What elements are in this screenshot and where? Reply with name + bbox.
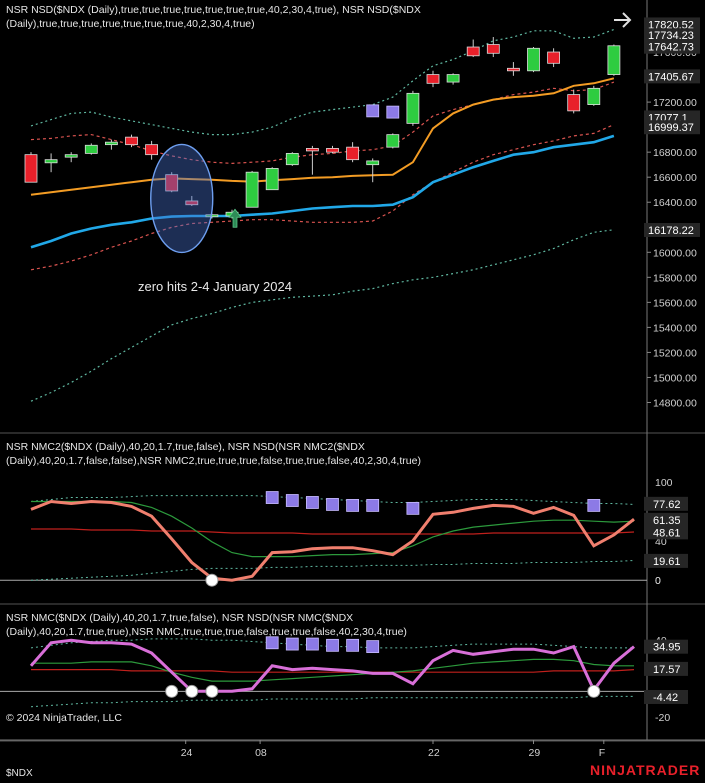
price-tick-label: 16000.00 bbox=[653, 247, 697, 259]
osc3-signal-marker bbox=[366, 640, 380, 654]
candle-body bbox=[285, 153, 299, 166]
candle-body bbox=[547, 51, 560, 64]
lower-outer-band bbox=[30, 229, 614, 402]
time-tick-label: 29 bbox=[529, 747, 541, 759]
osc2-zero-label: 0 bbox=[655, 575, 661, 587]
price-tick-label: 16400.00 bbox=[653, 197, 697, 209]
price-tick-label: 14800.00 bbox=[653, 397, 697, 409]
osc2-main-line bbox=[30, 499, 635, 582]
candle-body bbox=[245, 171, 259, 208]
price-tick-label: 15400.00 bbox=[653, 322, 697, 334]
price-tick-label: 15600.00 bbox=[653, 297, 697, 309]
zero-hits-ellipse bbox=[150, 143, 214, 254]
osc3-signal-marker bbox=[326, 638, 339, 652]
osc2-value-label: 61.35 bbox=[653, 515, 681, 527]
candle-body bbox=[64, 154, 78, 158]
osc2-signal-marker bbox=[587, 499, 601, 512]
candle-body bbox=[567, 94, 581, 112]
panel2-title-line2: (Daily),40,20,1.7,false,false),NSR NMC2,… bbox=[6, 455, 421, 467]
osc2-zero-dot bbox=[205, 573, 219, 587]
candle-body bbox=[105, 141, 118, 146]
right-arrow-icon bbox=[614, 12, 632, 28]
candle-body bbox=[486, 44, 500, 54]
osc2-signal-marker bbox=[346, 499, 360, 512]
osc3-zero-dot bbox=[205, 684, 219, 698]
price-label: 17642.73 bbox=[648, 42, 694, 54]
price-tick-label: 15200.00 bbox=[653, 347, 697, 359]
osc3-value-label: 17.57 bbox=[653, 664, 681, 676]
price-label: 16999.37 bbox=[648, 122, 694, 134]
signal-marker bbox=[366, 104, 380, 118]
panel3-title-line2: (Daily),40,20,1.7,true,true),NSR NMC,tru… bbox=[6, 626, 407, 638]
osc2-value-label: 77.62 bbox=[653, 499, 681, 511]
osc2-red-line bbox=[31, 528, 635, 535]
time-tick-label: 24 bbox=[181, 747, 193, 759]
osc2-signal-marker bbox=[326, 498, 339, 511]
panel3-title-line1: NSR NMC($NDX (Daily),40,20,1.7,true,fals… bbox=[6, 612, 354, 624]
osc3-value-label: 34.95 bbox=[653, 642, 681, 654]
candle-body bbox=[506, 67, 520, 72]
osc2-value-label: 48.61 bbox=[653, 527, 681, 539]
candle-body bbox=[326, 148, 339, 153]
time-tick-label: 08 bbox=[255, 747, 267, 759]
osc3-value-label: -4.42 bbox=[653, 692, 678, 704]
upper-red-band bbox=[30, 81, 615, 165]
candle-body bbox=[125, 136, 138, 146]
time-tick-label: 22 bbox=[428, 747, 440, 759]
price-tick-label: 16800.00 bbox=[653, 147, 697, 159]
candle-body bbox=[587, 87, 601, 106]
panel1-title-line1: NSR NSD($NDX (Daily),true,true,true,true… bbox=[6, 4, 421, 16]
price-tick-label: 15800.00 bbox=[653, 272, 697, 284]
osc3-zero-dot bbox=[185, 684, 199, 698]
candle-body bbox=[346, 146, 360, 161]
candle-body bbox=[446, 74, 460, 83]
osc2-signal-marker bbox=[285, 494, 299, 507]
candle-body bbox=[24, 154, 38, 183]
candle-body bbox=[426, 74, 440, 84]
candle-body bbox=[305, 148, 319, 152]
copyright-text: © 2024 NinjaTrader, LLC bbox=[6, 712, 122, 724]
osc3-zero-dot bbox=[165, 684, 179, 698]
osc-tick-label: 100 bbox=[655, 477, 673, 489]
osc3-lower-band bbox=[30, 695, 634, 708]
lower-red-band bbox=[30, 124, 615, 271]
candle-body bbox=[527, 47, 540, 72]
signal-marker bbox=[386, 105, 400, 119]
symbol-label: $NDX bbox=[6, 768, 33, 779]
candle-body bbox=[386, 134, 400, 148]
price-tick-label: 16600.00 bbox=[653, 172, 697, 184]
osc3-signal-marker bbox=[305, 637, 319, 651]
panel2-title-line1: NSR NMC2($NDX (Daily),40,20,1.7,true,fal… bbox=[6, 441, 365, 453]
osc2-signal-marker bbox=[406, 501, 420, 515]
osc2-lower-band bbox=[30, 560, 635, 581]
osc3-signal-marker bbox=[346, 638, 360, 652]
osc3-zero-dot bbox=[587, 684, 601, 698]
price-tick-label: 17200.00 bbox=[653, 97, 697, 109]
candle-body bbox=[366, 160, 380, 166]
candle-body bbox=[406, 92, 420, 124]
chart-canvas[interactable]: 14800.00 15000.00 15200.00 15400.00 15600.00… bbox=[0, 0, 705, 783]
candle-body bbox=[466, 46, 480, 57]
osc2-signal-marker bbox=[305, 496, 319, 509]
price-tick-label: 15000.00 bbox=[653, 372, 697, 384]
cyan-band-line bbox=[30, 134, 615, 249]
zero-hits-annotation: zero hits 2-4 January 2024 bbox=[138, 279, 292, 294]
candle-body bbox=[265, 168, 279, 191]
panel1-title-line2: (Daily),true,true,true,true,true,true,tr… bbox=[6, 18, 255, 30]
price-label: 17405.67 bbox=[648, 71, 694, 83]
osc-tick-label: -20 bbox=[655, 712, 670, 724]
osc2-signal-marker bbox=[366, 499, 380, 512]
osc2-value-label: 19.61 bbox=[653, 556, 681, 568]
candle-body bbox=[145, 144, 159, 156]
candle-body bbox=[607, 45, 621, 75]
osc3-signal-marker bbox=[285, 637, 299, 651]
price-label: 16178.22 bbox=[648, 225, 694, 237]
time-tick-label: F bbox=[599, 747, 605, 759]
brand-logo: NINJATRADER bbox=[590, 762, 701, 778]
orange-band-line bbox=[30, 77, 615, 196]
candle-body bbox=[44, 159, 58, 164]
upper-outer-band bbox=[30, 28, 615, 136]
candle-body bbox=[84, 144, 98, 154]
osc2-signal-marker bbox=[265, 491, 279, 504]
